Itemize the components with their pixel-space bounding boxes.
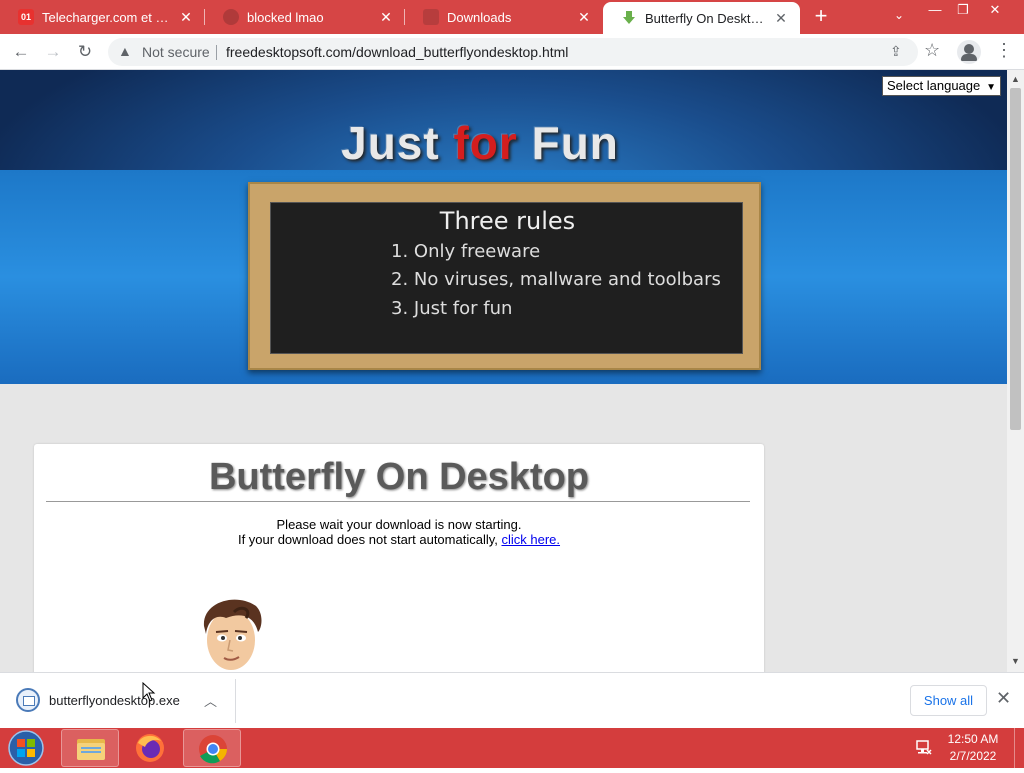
- chrome-icon: [199, 735, 227, 764]
- windows-taskbar: 12:50 AM 2/7/2022: [0, 728, 1024, 768]
- language-select[interactable]: Select language ▼: [882, 76, 1001, 96]
- clock-date[interactable]: 2/7/2022: [940, 749, 1006, 763]
- tab-strip: 01 Telecharger.com et 01net ✕ blocked lm…: [0, 0, 1024, 34]
- folder-icon: [77, 739, 105, 760]
- logo-part-just: Just: [341, 117, 454, 169]
- close-icon[interactable]: ✕: [177, 8, 195, 26]
- close-icon[interactable]: ✕: [377, 8, 395, 26]
- page-title: Butterfly On Desktop: [208, 456, 590, 498]
- chevron-down-icon: ▼: [986, 82, 996, 93]
- cartoon-man-illustration: [203, 599, 262, 670]
- site-logo: Just for Fun: [0, 116, 960, 170]
- chalkboard-title: Three rules: [439, 207, 576, 235]
- bookmark-star-icon[interactable]: ☆: [924, 40, 940, 61]
- windows-start-icon[interactable]: [4, 729, 48, 767]
- show-desktop-button[interactable]: [1014, 728, 1024, 768]
- scroll-thumb[interactable]: [1010, 88, 1021, 430]
- download-filename: butterflyondesktop.exe: [49, 693, 180, 708]
- kebab-menu-icon[interactable]: ⋮: [995, 40, 1013, 61]
- mouse-cursor-icon: [142, 682, 156, 702]
- fallback-prefix: If your download does not start automati…: [237, 532, 502, 547]
- reload-icon[interactable]: ↻: [74, 41, 96, 63]
- download-arrow-icon: [621, 10, 637, 26]
- rule-item: 2. No viruses, mallware and toolbars: [391, 269, 721, 290]
- language-select-label: Select language: [887, 78, 981, 93]
- 01-logo-icon: 01: [18, 9, 34, 25]
- share-icon[interactable]: ⇪: [890, 43, 902, 60]
- network-tray-icon[interactable]: [915, 738, 933, 756]
- tab-title: blocked lmao: [247, 9, 324, 25]
- restore-icon[interactable]: ❐: [948, 2, 978, 20]
- show-all-button[interactable]: Show all: [910, 685, 987, 716]
- omnibox-separator: [216, 45, 217, 60]
- profile-avatar-icon[interactable]: [957, 40, 981, 64]
- tab-title: Downloads: [447, 9, 512, 25]
- exe-file-icon: [16, 688, 40, 712]
- rule-item: 1. Only freeware: [391, 241, 541, 262]
- browser-toolbar: ← → ↻ ▲ Not secure freedesktopsoft.com/d…: [0, 34, 1024, 70]
- tab-title: Telecharger.com et 01net: [42, 9, 171, 25]
- download-page-icon: [423, 9, 439, 25]
- taskbar-chrome[interactable]: [183, 729, 241, 767]
- close-icon[interactable]: ✕: [772, 9, 790, 27]
- warning-icon[interactable]: ▲: [118, 43, 136, 61]
- logo-part-for: for: [453, 117, 518, 169]
- page-viewport: Select language ▼ Just for Fun Three rul…: [0, 70, 1007, 672]
- download-item[interactable]: butterflyondesktop.exe ︿: [8, 679, 236, 723]
- new-tab-button[interactable]: +: [810, 5, 832, 28]
- scroll-down-icon[interactable]: ▼: [1011, 656, 1020, 666]
- download-fallback-text: If your download does not start automati…: [34, 532, 764, 547]
- window-close-icon[interactable]: ✕: [980, 2, 1010, 20]
- page-scrollbar[interactable]: ▲ ▼: [1007, 70, 1024, 672]
- title-divider: [46, 501, 750, 502]
- tab-search-icon[interactable]: ⌄: [890, 8, 908, 26]
- logo-part-fun: Fun: [517, 117, 619, 169]
- security-label[interactable]: Not secure: [142, 44, 210, 60]
- minimize-icon[interactable]: —: [920, 2, 950, 20]
- clock-time[interactable]: 12:50 AM: [940, 732, 1006, 746]
- close-shelf-icon[interactable]: ✕: [996, 689, 1011, 707]
- close-icon[interactable]: ✕: [575, 8, 593, 26]
- url-text[interactable]: freedesktopsoft.com/download_butterflyon…: [226, 44, 568, 60]
- taskbar-explorer[interactable]: [61, 729, 119, 767]
- scroll-up-icon[interactable]: ▲: [1011, 74, 1020, 84]
- tab-telecharger[interactable]: 01 Telecharger.com et 01net ✕: [0, 0, 205, 34]
- chalkboard-frame: Three rules 1. Only freeware 2. No virus…: [248, 182, 761, 370]
- download-card: Butterfly On Desktop Please wait your do…: [34, 444, 764, 672]
- globe-icon: [223, 9, 239, 25]
- taskbar-firefox[interactable]: [121, 729, 179, 767]
- forward-arrow-icon[interactable]: →: [42, 41, 64, 63]
- tab-butterfly[interactable]: Butterfly On Desktop do ✕: [603, 2, 800, 34]
- tab-title: Butterfly On Desktop do: [645, 10, 766, 26]
- tab-downloads[interactable]: Downloads ✕: [405, 0, 603, 34]
- back-arrow-icon[interactable]: ←: [10, 41, 32, 63]
- rule-item: 3. Just for fun: [391, 298, 513, 319]
- download-status-text: Please wait your download is now startin…: [276, 517, 522, 532]
- address-bar[interactable]: ▲ Not secure freedesktopsoft.com/downloa…: [108, 38, 918, 66]
- chevron-up-icon[interactable]: ︿: [204, 691, 217, 710]
- click-here-link[interactable]: click here.: [501, 532, 560, 547]
- chalkboard: Three rules 1. Only freeware 2. No virus…: [270, 202, 743, 354]
- firefox-icon: [136, 734, 164, 762]
- tab-blocked[interactable]: blocked lmao ✕: [205, 0, 405, 34]
